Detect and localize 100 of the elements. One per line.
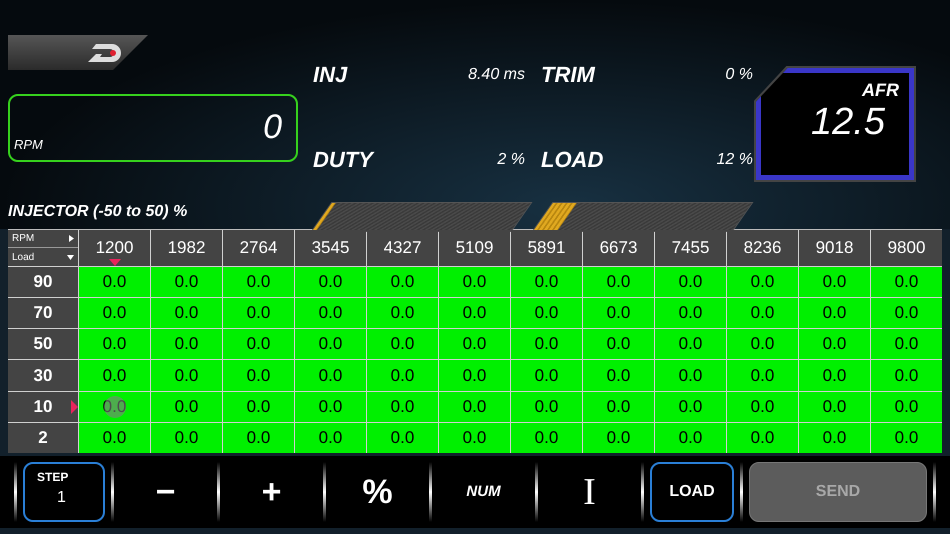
- x-axis-label: RPM: [12, 232, 34, 246]
- column-header: 7455: [655, 230, 726, 266]
- table-cell-text: 0.0: [174, 396, 198, 418]
- table-cell-text: 0.0: [894, 396, 918, 418]
- table-cell-text: 0.0: [534, 302, 558, 324]
- table-cell-text: 0.0: [822, 302, 846, 324]
- table-cell-text: 0.0: [750, 396, 774, 418]
- table-cell-text: 0.0: [102, 333, 126, 356]
- row-header: 2: [8, 422, 78, 453]
- column-header: 3545: [295, 230, 366, 266]
- row-header: 70: [8, 298, 78, 328]
- down-caret-icon: [67, 254, 74, 260]
- table-cell-text: 0.0: [174, 302, 198, 324]
- tool-button[interactable]: %: [332, 462, 423, 522]
- table-cell-text: 0.0: [318, 271, 342, 294]
- tool-button[interactable]: I: [544, 462, 635, 522]
- logo-icon: [88, 42, 122, 64]
- column-header: 5109: [439, 230, 510, 266]
- row-header: 30: [8, 360, 78, 391]
- table-cell-text: 0.0: [390, 364, 414, 387]
- table-cell-text: 0.0: [174, 427, 198, 450]
- readout-value: 2 %: [497, 150, 525, 170]
- readout-label: LOAD: [541, 146, 604, 174]
- table-cell-text: 0.0: [678, 302, 702, 324]
- table-cell-text: 0.0: [678, 333, 702, 356]
- table-cell-text: 0.0: [750, 333, 774, 356]
- table-cell-text: 0.0: [534, 271, 558, 294]
- step-button[interactable]: STEP 1: [23, 462, 105, 522]
- table-cell-text: 0.0: [894, 427, 918, 450]
- table-cell-text: 0.0: [462, 271, 486, 294]
- table-cell-text: 0.0: [318, 427, 342, 450]
- column-header: 8236: [727, 230, 798, 266]
- table-cell-text: 0.0: [390, 271, 414, 294]
- y-axis-label: Load: [12, 250, 34, 265]
- table-cell-text: 0.0: [174, 364, 198, 387]
- table-cell-text: 0.0: [246, 364, 270, 387]
- table-cell-text: 0.0: [390, 396, 414, 418]
- table-cell-text: 0.0: [822, 271, 846, 294]
- load-button[interactable]: LOAD: [650, 462, 734, 522]
- row-header: 10: [8, 392, 78, 422]
- readout-value: 12 %: [716, 150, 753, 170]
- table-cell-text: 0.0: [246, 302, 270, 324]
- table-cell-text: 0.0: [822, 427, 846, 450]
- table-cell-text: 0.0: [318, 364, 342, 387]
- table-cell-text: 0.0: [102, 427, 126, 450]
- tool-button[interactable]: +: [226, 462, 317, 522]
- table-cell-text: 0.0: [606, 302, 630, 324]
- afr-value: 12.5: [811, 103, 885, 141]
- table-cell-text: 0.0: [606, 427, 630, 450]
- table-cell-text: 0.0: [822, 396, 846, 418]
- step-value: 1: [57, 488, 66, 508]
- table-cell-text: 0.0: [246, 396, 270, 418]
- readout-label: INJ: [313, 61, 348, 89]
- readout-label: TRIM: [541, 61, 595, 89]
- table-cell-text: 0.0: [462, 302, 486, 324]
- table-cell-text: 0.0: [678, 364, 702, 387]
- table-cell-text: 0.0: [318, 333, 342, 356]
- column-header: 1982: [151, 230, 222, 266]
- table-cell-text: 0.0: [390, 302, 414, 324]
- row-header: 90: [8, 266, 78, 297]
- rpm-label: RPM: [14, 136, 43, 154]
- table-cell-text: 0.0: [462, 364, 486, 387]
- table-cell-text: 0.0: [390, 427, 414, 450]
- table-cell-text: 0.0: [174, 333, 198, 356]
- readout-value: 0 %: [725, 64, 753, 84]
- table-cell-text: 0.0: [894, 364, 918, 387]
- rpm-value: 0: [263, 110, 282, 144]
- table-cell-text: 0.0: [678, 271, 702, 294]
- table-cell-text: 0.0: [822, 364, 846, 387]
- table-cell-text: 0.0: [894, 302, 918, 324]
- column-header: 1200: [79, 230, 150, 266]
- table-cell-text: 0.0: [750, 427, 774, 450]
- table-cell-text: 0.0: [462, 396, 486, 418]
- table-title: INJECTOR (-50 to 50) %: [8, 202, 188, 222]
- table-cell-text: 0.0: [750, 271, 774, 294]
- table-cell-text: 0.0: [246, 271, 270, 294]
- column-header: 9800: [871, 230, 942, 266]
- tool-button[interactable]: NUM: [438, 462, 529, 522]
- table-cell-text: 0.0: [102, 271, 126, 294]
- row-header: 50: [8, 329, 78, 360]
- table-cell-text: 0.0: [750, 364, 774, 387]
- readout-label: DUTY: [313, 146, 373, 174]
- table-cell-text: 0.0: [606, 333, 630, 356]
- column-header: 5891: [511, 230, 582, 266]
- table-cell-text: 0.0: [390, 333, 414, 356]
- column-header: 9018: [799, 230, 870, 266]
- column-header: 4327: [367, 230, 438, 266]
- table-cell-text: 0.0: [606, 271, 630, 294]
- table-cell-text: 0.0: [318, 302, 342, 324]
- afr-label: AFR: [862, 81, 899, 99]
- table-cell-text: 0.0: [750, 302, 774, 324]
- table-cell-text: 0.0: [606, 364, 630, 387]
- table-cell-text: 0.0: [102, 302, 126, 324]
- table-cell-text: 0.0: [534, 427, 558, 450]
- table-cell-text: 0.0: [822, 333, 846, 356]
- tool-button[interactable]: −: [120, 462, 211, 522]
- table-cell-text: 0.0: [462, 427, 486, 450]
- table-cell-text: 0.0: [246, 333, 270, 356]
- table-cell-text: 0.0: [534, 364, 558, 387]
- step-label: STEP: [37, 469, 68, 486]
